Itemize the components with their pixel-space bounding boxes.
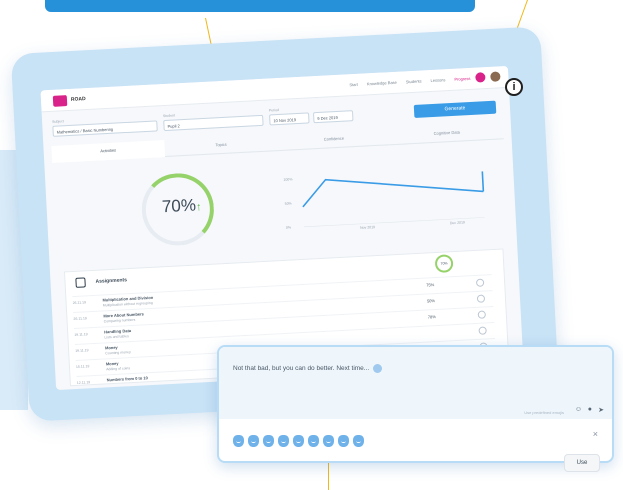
feedback-panel: Not that bad, but you can do better. Nex… <box>217 345 614 472</box>
generate-button[interactable]: Generate <box>413 100 497 118</box>
tab-cognitive-data[interactable]: Cognitive Data <box>389 122 504 146</box>
x-label-dec: Dec 2019 <box>449 220 466 226</box>
period-fields: 10 Nov 2019 9 Dec 2019 <box>269 110 354 126</box>
y-label-0: 0% <box>285 225 292 230</box>
student-group: Student Pupil 2 <box>163 109 264 132</box>
eye-icon[interactable] <box>475 278 485 287</box>
row-date: 19.11.19 <box>75 348 89 353</box>
date-to-field[interactable]: 9 Dec 2019 <box>312 110 354 124</box>
row-date: 26.11.19 <box>73 316 87 322</box>
period-group: Period 10 Nov 2019 9 Dec 2019 <box>269 104 354 126</box>
nav-start[interactable]: Start <box>349 82 358 87</box>
row-date: 26.11.19 <box>72 300 87 306</box>
tab-confidence[interactable]: Confidence <box>277 128 391 152</box>
row-pct: 75% <box>426 282 435 288</box>
brand-logo-icon <box>52 95 68 107</box>
row-name: Numbers from 0 to 10 <box>106 375 148 383</box>
row-name: Money <box>104 344 118 351</box>
eye-icon[interactable] <box>476 294 486 303</box>
nav-progress[interactable]: Progress <box>454 76 470 82</box>
nav-students[interactable]: Students <box>406 78 422 84</box>
header-icons <box>475 71 501 83</box>
heading-strip <box>45 0 475 12</box>
assignments-overall: 70% <box>434 254 454 274</box>
progress-percent: 70%↑ <box>149 195 214 218</box>
notification-icon[interactable] <box>475 72 486 83</box>
y-label-50: 50% <box>284 201 292 206</box>
date-from-field[interactable]: 10 Nov 2019 <box>269 112 310 126</box>
row-sub: Comparing numbers <box>103 317 136 324</box>
message-area[interactable]: Not that bad, but you can do better. Nex… <box>219 347 612 419</box>
eye-icon[interactable] <box>478 326 487 335</box>
microphone-icon[interactable]: ● <box>588 406 592 413</box>
home-icon <box>75 277 86 288</box>
row-pct: 78% <box>427 314 436 320</box>
send-icon[interactable]: ➤ <box>598 406 604 414</box>
row-date: 15.11.19 <box>75 364 90 369</box>
feedback-message: Not that bad, but you can do better. Nex… <box>233 364 383 373</box>
info-icon[interactable]: i <box>505 78 523 96</box>
feedback-message-text: Not that bad, but you can do better. Nex… <box>233 365 370 373</box>
row-sub: Counting money <box>105 350 131 356</box>
girl-icon[interactable] <box>248 435 259 447</box>
smile-emoji-icon <box>373 364 383 373</box>
emoji-picker-icon[interactable]: ☺ <box>575 406 582 413</box>
main-nav: Start Knowledge Base Students Lessons Pr… <box>349 76 470 87</box>
car-icon[interactable] <box>323 435 334 447</box>
row-date: 19.11.19 <box>74 332 88 338</box>
dashboard-screen: ROAD Start Knowledge Base Students Lesso… <box>40 65 524 391</box>
row-name: Money <box>105 360 119 367</box>
row-sub: Adding of coins <box>106 366 131 372</box>
subject-group: Subject Mathematics / Basic Numbering <box>52 114 158 137</box>
progress-percent-text: 70% <box>161 195 197 217</box>
emoji-hint: Use predefined emojis <box>524 410 564 415</box>
smile-icon[interactable] <box>263 435 274 447</box>
eye-icon[interactable] <box>477 310 487 319</box>
assignments-title: Assignments <box>95 277 128 285</box>
graduation-icon[interactable] <box>353 435 364 447</box>
avatar[interactable] <box>490 71 501 82</box>
progress-line <box>302 178 484 208</box>
row-sub: Lists and tables <box>104 334 129 340</box>
y-label-100: 100% <box>283 177 293 182</box>
tab-topics[interactable]: Topics <box>164 134 278 158</box>
student-icon[interactable] <box>233 435 244 447</box>
book-icon[interactable] <box>278 435 289 447</box>
handshake-icon[interactable] <box>338 435 349 447</box>
row-date: 12.11.19 <box>76 380 91 385</box>
nav-knowledge-base[interactable]: Knowledge Base <box>367 80 397 87</box>
brand-name: ROAD <box>70 96 86 103</box>
emoji-row <box>233 435 364 447</box>
trend-up-icon: ↑ <box>195 201 202 214</box>
progress-graph: 100% 50% 0% Nov 2019 Dec 2019 <box>277 155 490 236</box>
nav-lessons[interactable]: Lessons <box>430 77 445 83</box>
close-icon[interactable]: × <box>593 429 598 439</box>
row-pct: 50% <box>426 298 436 304</box>
tab-activities[interactable]: Activities <box>51 140 166 163</box>
progress-line-end <box>481 171 485 192</box>
medal-icon[interactable] <box>293 435 304 447</box>
thumb-icon[interactable] <box>308 435 319 447</box>
x-label-nov: Nov 2019 <box>359 225 376 230</box>
use-button[interactable]: Use <box>564 454 600 472</box>
